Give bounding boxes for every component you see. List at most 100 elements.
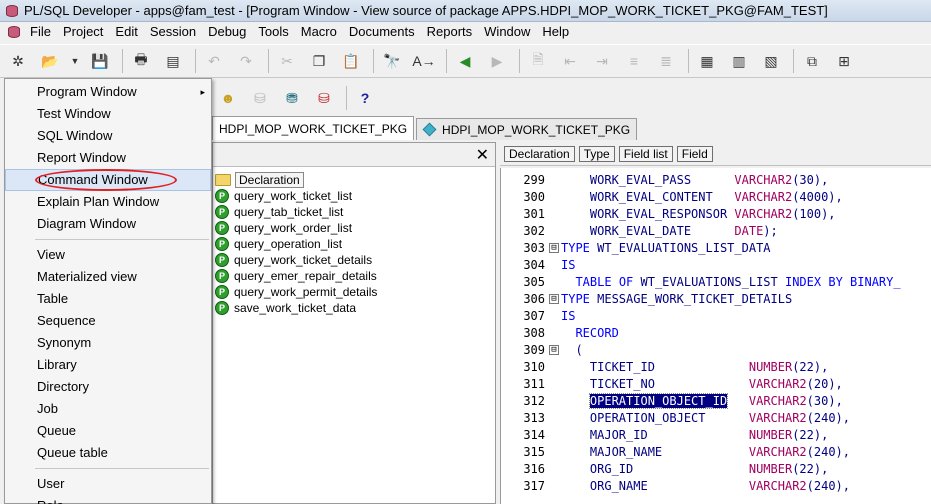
menu-item-role[interactable]: Role xyxy=(5,495,211,504)
find-replace-icon[interactable]: A→ xyxy=(412,49,436,73)
code-line[interactable]: IS xyxy=(561,308,901,325)
menu-file[interactable]: File xyxy=(24,22,57,41)
tree-item[interactable]: Pquery_emer_repair_details xyxy=(213,268,495,284)
tab-package-spec[interactable]: HDPI_MOP_WORK_TICKET_PKG xyxy=(212,116,415,140)
code-line[interactable]: ORG_ID NUMBER(22), xyxy=(561,461,901,478)
code-line[interactable]: WORK_EVAL_DATE DATE); xyxy=(561,223,901,240)
code-line[interactable]: MAJOR_ID NUMBER(22), xyxy=(561,427,901,444)
menu-reports[interactable]: Reports xyxy=(421,22,479,41)
menu-item-test-window[interactable]: Test Window xyxy=(5,103,211,125)
comment-icon[interactable]: ≡ xyxy=(622,49,646,73)
code-line[interactable]: TYPE MESSAGE_WORK_TICKET_DETAILS xyxy=(561,291,901,308)
menu-item-view[interactable]: View xyxy=(5,244,211,266)
menu-item-job[interactable]: Job xyxy=(5,398,211,420)
code-editor[interactable]: 299 300 301 302 303 ⊟ 304 305 306 ⊟ 307 308 309 ⊟ 310 3… xyxy=(500,168,931,504)
code-line[interactable]: WORK_EVAL_PASS VARCHAR2(30), xyxy=(561,172,901,189)
code-line[interactable]: WORK_EVAL_CONTENT VARCHAR2(4000), xyxy=(561,189,901,206)
uncomment-icon[interactable]: ≣ xyxy=(654,49,678,73)
field-button[interactable]: Field xyxy=(676,145,713,162)
menu-item-queue[interactable]: Queue xyxy=(5,420,211,442)
save-icon[interactable]: 💾 xyxy=(88,49,112,73)
tree-item[interactable]: Psave_work_ticket_data xyxy=(213,300,495,316)
code-area[interactable]: WORK_EVAL_PASS VARCHAR2(30), WORK_EVAL_C… xyxy=(561,172,901,495)
menu-edit[interactable]: Edit xyxy=(109,22,143,41)
code-line[interactable]: RECORD xyxy=(561,325,901,342)
tree-item[interactable]: Pquery_operation_list xyxy=(213,236,495,252)
indent-icon[interactable]: ⇤ xyxy=(558,49,582,73)
tree-item[interactable]: Pquery_work_order_list xyxy=(213,220,495,236)
window-list-icon[interactable]: ▦ xyxy=(695,49,719,73)
tree-item[interactable]: Pquery_work_permit_details xyxy=(213,284,495,300)
field-list-button[interactable]: Field list xyxy=(618,145,673,162)
print-preview-icon[interactable]: ▤ xyxy=(161,49,185,73)
tab-package-body[interactable]: HDPI_MOP_WORK_TICKET_PKG xyxy=(416,118,638,140)
undo-icon[interactable]: ↶ xyxy=(202,49,226,73)
close-icon[interactable]: ✕ xyxy=(476,145,489,165)
menu-item-user[interactable]: User xyxy=(5,473,211,495)
code-line[interactable]: TABLE OF WT_EVALUATIONS_LIST INDEX BY BI… xyxy=(561,274,900,291)
dropdown-arrow-icon[interactable]: ▼ xyxy=(70,49,80,73)
menu-window[interactable]: Window xyxy=(478,22,536,41)
help-icon[interactable]: ? xyxy=(353,86,377,110)
rollback-icon[interactable]: ⛁ xyxy=(312,86,336,110)
menu-item-diagram-window[interactable]: Diagram Window xyxy=(5,213,211,235)
menu-item-library[interactable]: Library xyxy=(5,354,211,376)
open-folder-icon[interactable]: 📂 xyxy=(38,49,62,73)
menu-item-sequence[interactable]: Sequence xyxy=(5,310,211,332)
menu-debug[interactable]: Debug xyxy=(202,22,252,41)
menu-item-synonym[interactable]: Synonym xyxy=(5,332,211,354)
menu-item-program-window[interactable]: Program Window ▸ xyxy=(5,81,211,103)
menu-documents[interactable]: Documents xyxy=(343,22,421,41)
system-menu-icon[interactable] xyxy=(6,24,22,40)
code-line[interactable]: ( xyxy=(561,342,901,359)
new-icon[interactable]: ✲ xyxy=(6,49,30,73)
menu-item-table[interactable]: Table xyxy=(5,288,211,310)
code-line[interactable]: TICKET_ID NUMBER(22), xyxy=(561,359,901,376)
code-line[interactable]: TICKET_NO VARCHAR2(20), xyxy=(561,376,901,393)
menu-item-queue-table[interactable]: Queue table xyxy=(5,442,211,464)
menu-help[interactable]: Help xyxy=(536,22,575,41)
paste-icon[interactable]: 📋 xyxy=(339,49,363,73)
code-line[interactable]: ORG_NAME VARCHAR2(240), xyxy=(561,478,901,495)
tree-item-declaration[interactable]: Declaration xyxy=(213,172,495,188)
grid-icon[interactable]: ⊞ xyxy=(832,49,856,73)
tree-item[interactable]: Pquery_tab_ticket_list xyxy=(213,204,495,220)
tree-item[interactable]: Pquery_work_ticket_list xyxy=(213,188,495,204)
fold-toggle-icon[interactable]: ⊟ xyxy=(549,345,559,355)
code-line[interactable]: OPERATION_OBJECT VARCHAR2(240), xyxy=(561,410,901,427)
document-icon[interactable]: 🗎 xyxy=(526,49,550,73)
type-button[interactable]: Type xyxy=(578,145,615,162)
declaration-button[interactable]: Declaration xyxy=(504,145,575,162)
menu-project[interactable]: Project xyxy=(57,22,109,41)
menu-item-report-window[interactable]: Report Window xyxy=(5,147,211,169)
menu-tools[interactable]: Tools xyxy=(252,22,294,41)
menu-item-directory[interactable]: Directory xyxy=(5,376,211,398)
back-icon[interactable]: ◀ xyxy=(453,49,477,73)
forward-icon[interactable]: ▶ xyxy=(485,49,509,73)
menu-session[interactable]: Session xyxy=(144,22,202,41)
menu-item-materialized-view[interactable]: Materialized view xyxy=(5,266,211,288)
code-line[interactable]: IS xyxy=(561,257,901,274)
menu-item-explain-plan-window[interactable]: Explain Plan Window xyxy=(5,191,211,213)
connection-icon[interactable]: ☻ xyxy=(216,86,240,110)
print-icon[interactable]: 🖶 xyxy=(129,49,153,73)
redo-icon[interactable]: ↷ xyxy=(234,49,258,73)
code-line[interactable]: TYPE WT_EVALUATIONS_LIST_DATA xyxy=(561,240,901,257)
window-tile-icon[interactable]: ▥ xyxy=(727,49,751,73)
menu-macro[interactable]: Macro xyxy=(295,22,343,41)
find-icon[interactable]: 🔭 xyxy=(380,49,404,73)
windows-icon[interactable]: ⧉ xyxy=(800,49,824,73)
menu-item-sql-window[interactable]: SQL Window xyxy=(5,125,211,147)
commit-icon[interactable]: ⛃ xyxy=(280,86,304,110)
code-line[interactable]: OPERATION_OBJECT_ID VARCHAR2(30), xyxy=(561,393,901,410)
copy-icon[interactable]: ❐ xyxy=(307,49,331,73)
window-cascade-icon[interactable]: ▧ xyxy=(759,49,783,73)
code-line[interactable]: MAJOR_NAME VARCHAR2(240), xyxy=(561,444,901,461)
database-icon[interactable]: ⛁ xyxy=(248,86,272,110)
tree-item[interactable]: Pquery_work_ticket_details xyxy=(213,252,495,268)
code-line[interactable]: WORK_EVAL_RESPONSOR VARCHAR2(100), xyxy=(561,206,901,223)
fold-toggle-icon[interactable]: ⊟ xyxy=(549,294,559,304)
cut-icon[interactable]: ✂ xyxy=(275,49,299,73)
unindent-icon[interactable]: ⇥ xyxy=(590,49,614,73)
fold-toggle-icon[interactable]: ⊟ xyxy=(549,243,559,253)
